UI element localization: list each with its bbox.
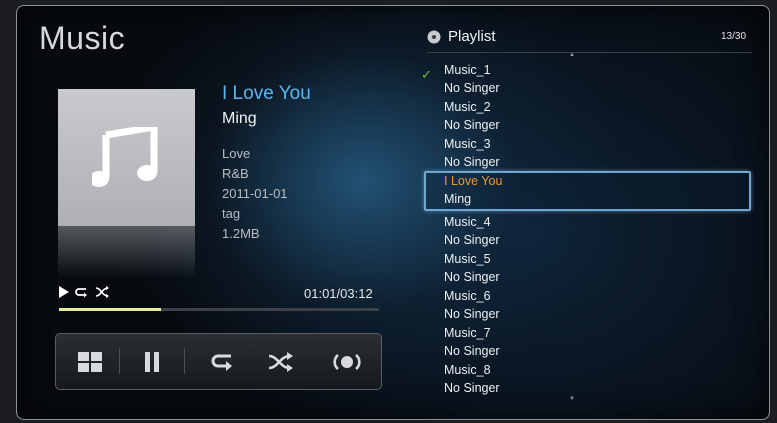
control-bar	[55, 333, 382, 390]
playlist-item-artist: No Singer	[444, 307, 500, 321]
repeat-icon	[75, 288, 87, 298]
pause-button[interactable]	[135, 348, 169, 376]
album-art-reflection	[58, 226, 195, 278]
playlist-item-title: Music_6	[444, 289, 491, 303]
page-title: Music	[39, 20, 126, 56]
shuffle-icon	[268, 352, 293, 372]
playlist-item-title: Music_2	[444, 100, 491, 114]
playlist-item[interactable]: ✓ Music_1 No Singer	[421, 61, 752, 98]
repeat-button[interactable]	[206, 348, 240, 376]
song-genre: R&B	[222, 166, 249, 181]
song-size: 1.2MB	[222, 226, 260, 241]
shuffle-off-icon	[95, 286, 109, 298]
song-tag: tag	[222, 206, 241, 221]
sound-effect-button[interactable]	[330, 348, 364, 376]
progress-bar[interactable]	[59, 308, 379, 311]
song-date: 2011-01-01	[222, 186, 288, 201]
playback-status	[59, 284, 110, 300]
playlist-item-title: Music_3	[444, 137, 491, 151]
play-icon	[59, 286, 69, 298]
playlist-item[interactable]: Music_2 No Singer	[427, 98, 752, 135]
playlist-disc-icon	[427, 30, 441, 43]
separator	[119, 348, 120, 374]
scroll-down-arrow-icon[interactable]: ▼	[569, 396, 575, 402]
pause-icon	[145, 352, 159, 372]
playback-time: 01:01/03:12	[304, 286, 373, 301]
checkmark-icon: ✓	[421, 67, 432, 82]
playlist-item-title: Music_1	[444, 63, 491, 77]
shuffle-button[interactable]	[264, 348, 298, 376]
playlist-item-artist: No Singer	[444, 344, 500, 358]
playlist-title: Playlist	[448, 28, 496, 45]
playlist-item[interactable]: Music_5 No Singer	[427, 250, 752, 287]
music-note-icon	[92, 127, 158, 187]
music-player-window: Music I Love You Ming Love R&B 2011-01-0…	[16, 5, 770, 420]
repeat-icon	[211, 354, 232, 371]
song-album: Love	[222, 146, 251, 161]
album-art	[58, 89, 195, 226]
scroll-up-arrow-icon[interactable]: ▲	[569, 52, 575, 58]
playlist-item-title: I Love You	[444, 174, 503, 188]
playlist-divider	[427, 52, 752, 53]
playlist-item-artist: No Singer	[444, 118, 500, 132]
sound-effect-icon	[333, 353, 361, 371]
playlist: ✓ Music_1 No Singer Music_2 No Singer Music_3…	[421, 61, 752, 398]
playlist-item-title: Music_5	[444, 252, 491, 266]
playlist-item[interactable]: Music_3 No Singer	[427, 135, 752, 172]
playlist-item-selected[interactable]: I Love You Ming	[424, 171, 751, 211]
playlist-item[interactable]: Music_4 No Singer	[427, 213, 752, 250]
playlist-item[interactable]: Music_8 No Singer	[427, 361, 752, 398]
playlist-item-artist: No Singer	[444, 81, 500, 95]
playlist-item-artist: No Singer	[444, 233, 500, 247]
progress-fill	[59, 308, 162, 311]
song-title: I Love You	[222, 83, 311, 104]
page-counter: 13/30	[721, 31, 747, 42]
playlist-item-artist: No Singer	[444, 381, 500, 395]
playlist-item[interactable]: Music_7 No Singer	[427, 324, 752, 361]
view-mode-button[interactable]	[73, 348, 107, 376]
song-artist: Ming	[222, 110, 257, 127]
playlist-item-title: Music_7	[444, 326, 491, 340]
playlist-item-artist: No Singer	[444, 155, 500, 169]
playlist-item-artist: Ming	[444, 192, 472, 206]
grid-icon	[78, 352, 102, 372]
separator	[184, 348, 185, 374]
playlist-item-title: Music_8	[444, 363, 491, 377]
playlist-item[interactable]: Music_6 No Singer	[427, 287, 752, 324]
playlist-header: Playlist	[427, 28, 496, 45]
playlist-item-title: Music_4	[444, 215, 491, 229]
playlist-item-artist: No Singer	[444, 270, 500, 284]
